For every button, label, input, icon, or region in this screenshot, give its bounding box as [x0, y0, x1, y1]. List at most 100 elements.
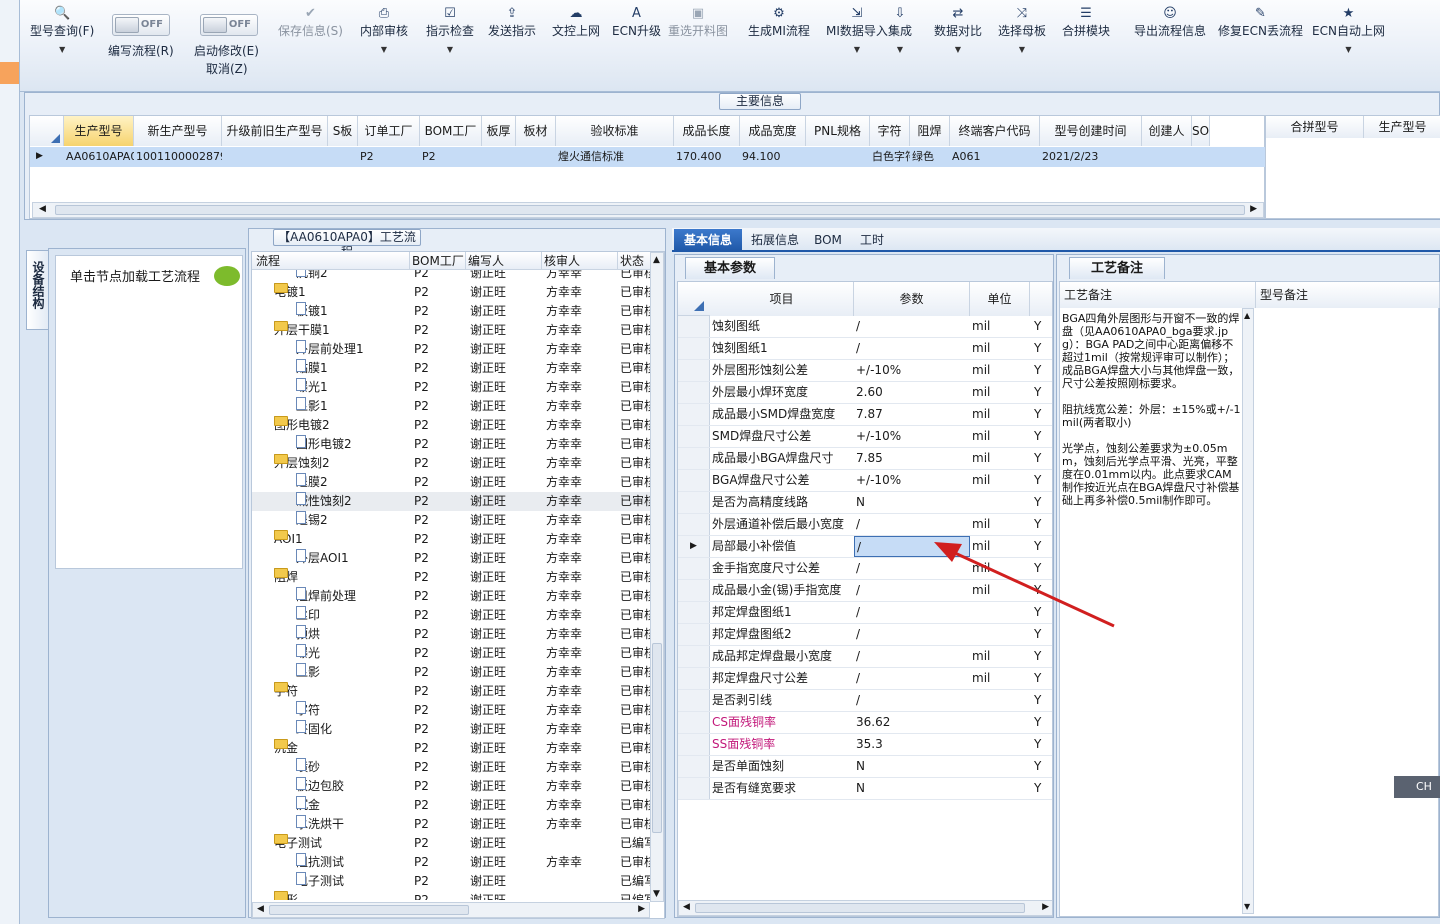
- flow-row[interactable]: 水洗烘干P2谢正旺方幸幸已审核: [252, 815, 662, 834]
- param-value[interactable]: +/-10%: [854, 426, 970, 447]
- flow-vscroll-thumb[interactable]: [652, 643, 662, 833]
- main-col-16[interactable]: 型号创建时间: [1040, 116, 1142, 146]
- toolbar-button-9[interactable]: ⚙ 生成MI流程: [748, 6, 810, 39]
- param-value[interactable]: 2.60: [854, 382, 970, 403]
- flow-row[interactable]: −字符P2谢正旺方幸幸已审核: [252, 682, 662, 701]
- toolbar-button-7[interactable]: A ECN升级: [612, 6, 661, 39]
- main-col-7[interactable]: 板厚: [482, 116, 516, 146]
- toolbar-button-11[interactable]: ⇩ 集成 ▼: [888, 6, 912, 54]
- flow-row[interactable]: −外形P2谢正旺已编写: [252, 891, 662, 900]
- flow-row[interactable]: 退锡2P2谢正旺方幸幸已审核: [252, 511, 662, 530]
- main-cell-5[interactable]: P2: [360, 147, 420, 167]
- flow-row[interactable]: −电镀1P2谢正旺方幸幸已审核: [252, 283, 662, 302]
- main-cell-10[interactable]: 170.400: [676, 147, 740, 167]
- start-edit-toggle[interactable]: OFF: [200, 14, 258, 36]
- toolbar-button-6[interactable]: ☁ 文控上网: [552, 6, 600, 39]
- param-value[interactable]: N: [854, 778, 970, 799]
- param-row[interactable]: CS面残铜率 36.62 Y: [678, 712, 1052, 734]
- toolbar-button-12[interactable]: ⇄ 数据对比 ▼: [934, 6, 982, 54]
- col-unit[interactable]: 单位: [970, 282, 1030, 316]
- flow-row[interactable]: −AOI1P2谢正旺方幸幸已审核: [252, 530, 662, 549]
- flow-row[interactable]: 阻抗测试P2谢正旺方幸幸已审核: [252, 853, 662, 872]
- param-row[interactable]: BGA焊盘尺寸公差 +/-10% mil Y: [678, 470, 1052, 492]
- main-col-2[interactable]: 新生产型号: [134, 116, 222, 146]
- param-row[interactable]: 蚀刻图纸 / mil Y: [678, 316, 1052, 338]
- flow-col-3[interactable]: 编写人: [466, 252, 542, 270]
- main-col-14[interactable]: 阻焊: [910, 116, 950, 146]
- toolbar-button-4[interactable]: ☑ 指示检查 ▼: [426, 6, 474, 54]
- flow-row[interactable]: −阻焊P2谢正旺方幸幸已审核: [252, 568, 662, 587]
- tab-hours[interactable]: 工时: [852, 229, 892, 251]
- flow-row[interactable]: 曝光1P2谢正旺方幸幸已审核: [252, 378, 662, 397]
- flow-row[interactable]: 字符P2谢正旺方幸幸已审核: [252, 701, 662, 720]
- main-cell-9[interactable]: 煌火通信标准: [558, 147, 674, 167]
- main-cell-15[interactable]: A061: [952, 147, 1040, 167]
- basic-hscroll-thumb[interactable]: [695, 903, 1025, 913]
- toolbar-button-8[interactable]: ▣ 重选开料图: [668, 6, 728, 39]
- device-structure-tab[interactable]: 设备结构: [26, 250, 48, 330]
- flow-row[interactable]: 预烘P2谢正旺方幸幸已审核: [252, 625, 662, 644]
- param-row[interactable]: 邦定焊盘尺寸公差 / mil Y: [678, 668, 1052, 690]
- ime-indicator[interactable]: CH: [1394, 776, 1440, 798]
- flow-row[interactable]: 沉金P2谢正旺方幸幸已审核: [252, 796, 662, 815]
- flow-vscroll[interactable]: ▲ ▼: [650, 252, 664, 902]
- toolbar-button-3[interactable]: ⎙ 内部审核 ▼: [360, 6, 408, 54]
- flow-col-2[interactable]: BOM工厂: [410, 252, 466, 270]
- param-row[interactable]: 是否为高精度线路 N Y: [678, 492, 1052, 514]
- param-value[interactable]: 7.87: [854, 404, 970, 425]
- col-param[interactable]: 参数: [854, 282, 970, 316]
- param-value[interactable]: /: [854, 338, 970, 359]
- main-cell-7[interactable]: [484, 147, 516, 167]
- param-row[interactable]: 是否剥引线 / Y: [678, 690, 1052, 712]
- param-row[interactable]: SS面残铜率 35.3 Y: [678, 734, 1052, 756]
- flow-row[interactable]: 碱性蚀刻2P2谢正旺方幸幸已审核: [252, 492, 662, 511]
- param-value[interactable]: 36.62: [854, 712, 970, 733]
- flow-row[interactable]: 显影1P2谢正旺方幸幸已审核: [252, 397, 662, 416]
- col-item[interactable]: 项目: [710, 282, 854, 316]
- flow-row[interactable]: 板边包胶P2谢正旺方幸幸已审核: [252, 777, 662, 796]
- write-flow-toggle[interactable]: OFF: [112, 14, 170, 36]
- main-cell-8[interactable]: [518, 147, 556, 167]
- flow-row[interactable]: 终固化P2谢正旺方幸幸已审核: [252, 720, 662, 739]
- toolbar-button-10[interactable]: ⇲ MI数据导入 ▼: [826, 6, 888, 54]
- toolbar-button-17[interactable]: ★ ECN自动上网 ▼: [1312, 6, 1385, 54]
- main-info-hscroll[interactable]: ◀ ▶: [32, 202, 1264, 218]
- basic-hscroll[interactable]: ◀ ▶: [678, 900, 1052, 916]
- main-col-1[interactable]: 生产型号: [64, 116, 134, 146]
- flow-row[interactable]: 曝光P2谢正旺方幸幸已审核: [252, 644, 662, 663]
- main-cell-6[interactable]: P2: [422, 147, 482, 167]
- main-col-12[interactable]: PNL规格: [806, 116, 870, 146]
- toolbar-button-14[interactable]: ☰ 合拼模块: [1062, 6, 1110, 39]
- remarks-col-process[interactable]: 工艺备注: [1060, 282, 1256, 308]
- tab-bom[interactable]: BOM: [810, 229, 846, 251]
- flow-row[interactable]: −图形电镀2P2谢正旺方幸幸已审核: [252, 416, 662, 435]
- main-col-13[interactable]: 字符: [870, 116, 910, 146]
- flow-row[interactable]: 外层前处理1 P2 谢正旺 方幸幸 已审核: [252, 340, 662, 359]
- main-cell-16[interactable]: 2021/2/23: [1042, 147, 1142, 167]
- param-row[interactable]: 成品最小SMD焊盘宽度 7.87 mil Y: [678, 404, 1052, 426]
- flow-row[interactable]: 电子测试P2谢正旺已编写: [252, 872, 662, 891]
- main-col-17[interactable]: 创建人: [1142, 116, 1192, 146]
- merge-prod-col-header[interactable]: 生产型号: [1364, 116, 1440, 138]
- param-row[interactable]: SMD焊盘尺寸公差 +/-10% mil Y: [678, 426, 1052, 448]
- param-row[interactable]: 是否有缝宽要求 N Y: [678, 778, 1052, 800]
- col-flag[interactable]: [1030, 282, 1052, 316]
- param-value[interactable]: 35.3: [854, 734, 970, 755]
- main-col-9[interactable]: 验收标准: [556, 116, 674, 146]
- param-row[interactable]: 成品最小BGA焊盘尺寸 7.85 mil Y: [678, 448, 1052, 470]
- main-col-6[interactable]: BOM工厂: [420, 116, 482, 146]
- cancel-button[interactable]: 取消(Z): [206, 60, 248, 77]
- param-value[interactable]: /: [854, 646, 970, 667]
- param-value[interactable]: N: [854, 756, 970, 777]
- param-value[interactable]: /: [854, 316, 970, 337]
- main-cell-12[interactable]: [808, 147, 870, 167]
- main-cell-11[interactable]: 94.100: [742, 147, 806, 167]
- param-row[interactable]: 外层最小焊环宽度 2.60 mil Y: [678, 382, 1052, 404]
- main-cell-13[interactable]: 白色字符: [872, 147, 910, 167]
- main-cell-3[interactable]: [224, 147, 328, 167]
- main-col-11[interactable]: 成品宽度: [740, 116, 806, 146]
- flow-row[interactable]: −外层干膜1P2谢正旺方幸幸已审核: [252, 321, 662, 340]
- toolbar-button-5[interactable]: ⇪ 发送指示: [488, 6, 536, 39]
- flow-row[interactable]: −沉金P2谢正旺方幸幸已审核: [252, 739, 662, 758]
- flow-row[interactable]: 图形电镀2P2谢正旺方幸幸已审核: [252, 435, 662, 454]
